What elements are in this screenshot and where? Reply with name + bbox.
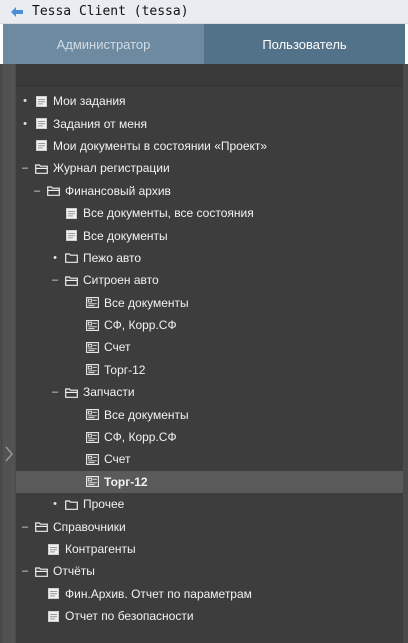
window-title: Tessa Client (tessa) [32,4,189,19]
view-icon [86,431,99,443]
expand-icon[interactable]: • [20,118,30,130]
tree-item[interactable]: – Справочники [16,515,403,537]
view-icon [86,453,99,465]
tree-item[interactable]: Все документы [16,292,403,314]
tree-item[interactable]: Торг-12 [16,359,403,381]
tree-item[interactable]: • Задания от меня [16,112,403,134]
folder-open-icon [35,163,48,174]
tree-item[interactable]: – Отчёты [16,560,403,582]
tree-item-label: Фин.Архив. Отчет по параметрам [65,586,252,601]
tree-item[interactable]: СФ, Корр.СФ [16,426,403,448]
document-icon [47,610,60,622]
tree-item-label: Пежо авто [83,250,142,265]
collapse-icon[interactable]: – [20,162,30,174]
tree-item[interactable]: – Финансовый архив [16,180,403,202]
document-icon [35,140,48,152]
folder-open-icon [65,387,78,398]
view-icon [86,319,99,331]
expand-icon[interactable]: • [50,252,60,264]
document-icon [65,230,78,242]
view-icon [86,476,99,488]
chevron-right-icon[interactable] [3,442,15,466]
document-icon [47,543,60,555]
sidebar-collapse-strip[interactable] [3,64,15,643]
tree-item-label: Отчёты [53,564,95,579]
tab-administrator[interactable]: Администратор [3,24,204,64]
tree-item-label: Отчет по безопасности [65,609,194,624]
folder-icon [65,252,78,264]
tree-item-label: Все документы [104,295,189,310]
collapse-icon[interactable]: – [50,274,60,286]
expand-icon[interactable]: • [50,498,60,510]
tree-item-label: Все документы, все состояния [83,206,254,221]
tree-item-label: Журнал регистрации [53,161,170,176]
tree-item-label: Мои документы в состоянии «Проект» [53,138,268,153]
tree-view: • Мои задания • Задания от меня Мои документ… [16,64,403,643]
tree-item-label: Мои задания [53,94,126,109]
expand-icon[interactable]: • [20,95,30,107]
tree-item[interactable]: – Ситроен авто [16,269,403,291]
tree-item[interactable]: • Мои задания [16,90,403,112]
tree-item-label: Справочники [53,519,126,534]
document-icon [35,118,48,130]
tree-item[interactable]: • Прочее [16,493,403,515]
tree-item[interactable]: Счет [16,336,403,358]
tree-item[interactable]: Фин.Архив. Отчет по параметрам [16,583,403,605]
document-icon [47,588,60,600]
view-icon [86,342,99,353]
title-bar: Tessa Client (tessa) [0,0,408,24]
tab-user[interactable]: Пользователь [204,24,405,64]
tree-item-label: Прочее [83,497,125,512]
tree-item-label: Счет [104,452,131,467]
tree-item[interactable]: Все документы [16,403,403,425]
tree-item-label: Все документы [104,407,189,422]
tree-item[interactable]: – Журнал регистрации [16,157,403,179]
folder-open-icon [47,185,60,197]
tree-item-label: СФ, Корр.СФ [104,430,177,445]
collapse-icon[interactable]: – [50,386,60,398]
view-icon [86,297,99,309]
folder-open-icon [65,275,78,286]
navigation-panel: • Мои задания • Задания от меня Мои документ… [0,64,408,643]
folder-open-icon [35,521,48,533]
tessa-logo-icon [10,5,24,19]
tree-item-label: Запчасти [83,385,135,400]
tree-item-label: Задания от меня [53,116,148,131]
tree-item-label: Торг-12 [104,474,148,489]
view-icon [86,409,99,421]
tree-item-label: Ситроен авто [83,273,159,288]
tree-item-label: СФ, Корр.СФ [104,318,177,333]
role-tabs: Администратор Пользователь [3,24,405,64]
tree-item[interactable]: СФ, Корр.СФ [16,314,403,336]
tree-header-bar [16,64,403,86]
tree-item[interactable]: Все документы [16,224,403,246]
collapse-icon[interactable]: – [20,521,30,533]
tree-item-label: Контрагенты [65,542,136,556]
tree-item[interactable]: • Пежо авто [16,247,403,269]
tree-item[interactable]: Торг-12 [16,470,403,494]
folder-open-icon [35,566,48,577]
tree-item[interactable]: Счет [16,448,403,470]
tree-item[interactable]: Отчет по безопасности [16,605,403,627]
collapse-icon[interactable]: – [32,185,42,197]
tree-item[interactable]: – Запчасти [16,381,403,403]
tree-item-label: Счет [104,340,131,355]
folder-icon [65,499,78,510]
collapse-icon[interactable]: – [20,565,30,577]
tree-item[interactable]: Все документы, все состояния [16,202,403,224]
tree-item[interactable]: Мои документы в состоянии «Проект» [16,135,403,157]
document-icon [35,95,48,107]
navigation-tree: • Мои задания • Задания от меня Мои документ… [16,90,403,627]
tree-item-label: Все документы [83,228,168,243]
tree-item-label: Финансовый архив [65,183,171,198]
tree-item[interactable]: Контрагенты [16,538,403,560]
tree-item-label: Торг-12 [104,362,146,377]
document-icon [65,207,78,219]
view-icon [86,364,99,376]
